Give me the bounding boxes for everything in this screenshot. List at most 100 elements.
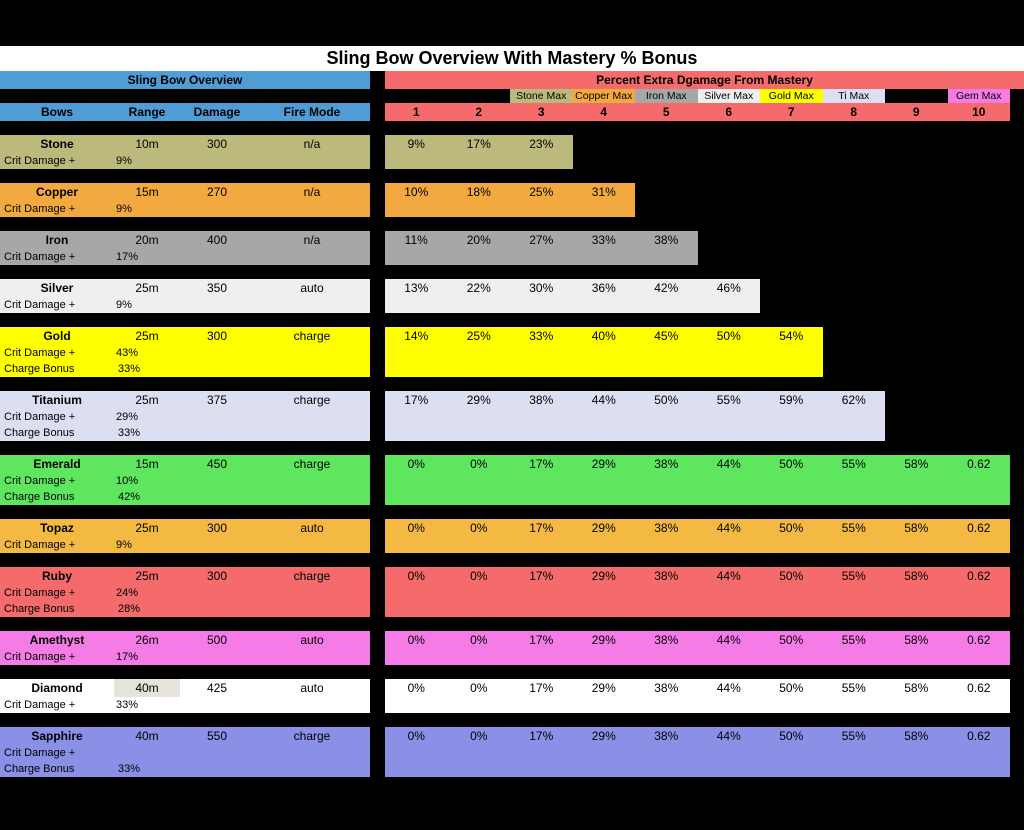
mastery-bg [698,489,761,505]
mastery-bg [948,473,1011,489]
mastery-value: 55% [823,679,886,697]
mastery-bg [573,409,636,425]
mastery-bg [385,361,448,377]
bow-range: 20m [114,231,180,249]
mastery-bg [823,745,886,761]
blank-cell [254,537,370,553]
mastery-value: 38% [635,631,698,649]
mastery-bg [823,489,886,505]
row-spacer [0,217,1024,231]
mastery-bg [885,489,948,505]
col-damage: Damage [180,103,254,121]
mastery-bg [760,585,823,601]
max-label: Copper Max [573,89,636,103]
bow-fire-mode: auto [254,519,370,537]
crit-value: 9% [114,297,180,313]
mastery-value: 38% [635,231,698,249]
mastery-bg [823,473,886,489]
blank [760,231,823,265]
col-mastery-6: 6 [698,103,761,121]
mastery-value: 29% [573,455,636,473]
mastery-value: 27% [510,231,573,249]
mastery-bg [760,425,823,441]
mastery-value: 44% [698,679,761,697]
crit-label: Crit Damage + [0,201,114,217]
mastery-bg [510,489,573,505]
bow-name: Diamond [0,679,114,697]
mastery-bg [448,537,511,553]
mastery-bg [385,201,448,217]
blank [1010,727,1024,777]
mastery-bg [573,745,636,761]
mastery-bg [510,345,573,361]
col-mastery-10: 10 [948,103,1011,121]
mastery-value: 50% [760,631,823,649]
mastery-value: 17% [510,631,573,649]
blank [823,279,886,313]
mastery-bg [573,361,636,377]
mastery-bg [635,409,698,425]
mastery-bg [510,649,573,665]
mastery-bg [760,697,823,713]
mastery-value: 22% [448,279,511,297]
crit-label: Crit Damage + [0,697,114,713]
mastery-value: 38% [635,679,698,697]
col-mastery-2: 2 [448,103,511,121]
mastery-bg [698,585,761,601]
charge-label: Charge Bonus [0,601,114,617]
mastery-value: 29% [573,679,636,697]
mastery-bg [635,489,698,505]
blank-cell [180,697,254,713]
bow-damage: 550 [180,727,254,745]
mastery-value: 40% [573,327,636,345]
blank-cell [180,409,254,425]
blank [885,135,948,169]
blank [885,89,948,103]
mastery-value: 38% [635,567,698,585]
bow-range: 26m [114,631,180,649]
blank-cell [180,361,254,377]
blank [885,279,948,313]
mastery-value: 55% [698,391,761,409]
mastery-value: 46% [698,279,761,297]
mastery-value: 58% [885,679,948,697]
blank-cell [254,345,370,361]
row-spacer [0,121,1024,135]
mastery-bg [448,649,511,665]
blank [385,89,448,103]
mastery-value: 36% [573,279,636,297]
mastery-bg [635,297,698,313]
mastery-bg [510,745,573,761]
mastery-value: 9% [385,135,448,153]
bow-range: 25m [114,567,180,585]
mastery-bg [635,345,698,361]
charge-label: Charge Bonus [0,761,114,777]
mastery-bg [635,537,698,553]
charge-value: 33% [114,361,180,377]
mastery-bg [760,361,823,377]
bow-range: 15m [114,455,180,473]
mastery-value: 0% [448,679,511,697]
blank [1010,231,1024,265]
blank-cell [254,489,370,505]
crit-value [114,745,180,761]
mastery-bg [385,761,448,777]
gap [370,455,385,505]
mastery-bg [573,249,636,265]
mastery-bg [385,649,448,665]
mastery-value: 0.62 [948,519,1011,537]
bow-fire-mode: charge [254,727,370,745]
mastery-value: 23% [510,135,573,153]
mastery-bg [573,345,636,361]
bow-fire-mode: charge [254,567,370,585]
bow-name: Emerald [0,455,114,473]
col-mastery-5: 5 [635,103,698,121]
gap [370,135,385,169]
mastery-bg [698,425,761,441]
blank [885,391,948,441]
blank-cell [254,249,370,265]
mastery-bg [760,489,823,505]
mastery-bg [698,473,761,489]
mastery-bg [448,153,511,169]
max-label: Silver Max [698,89,761,103]
